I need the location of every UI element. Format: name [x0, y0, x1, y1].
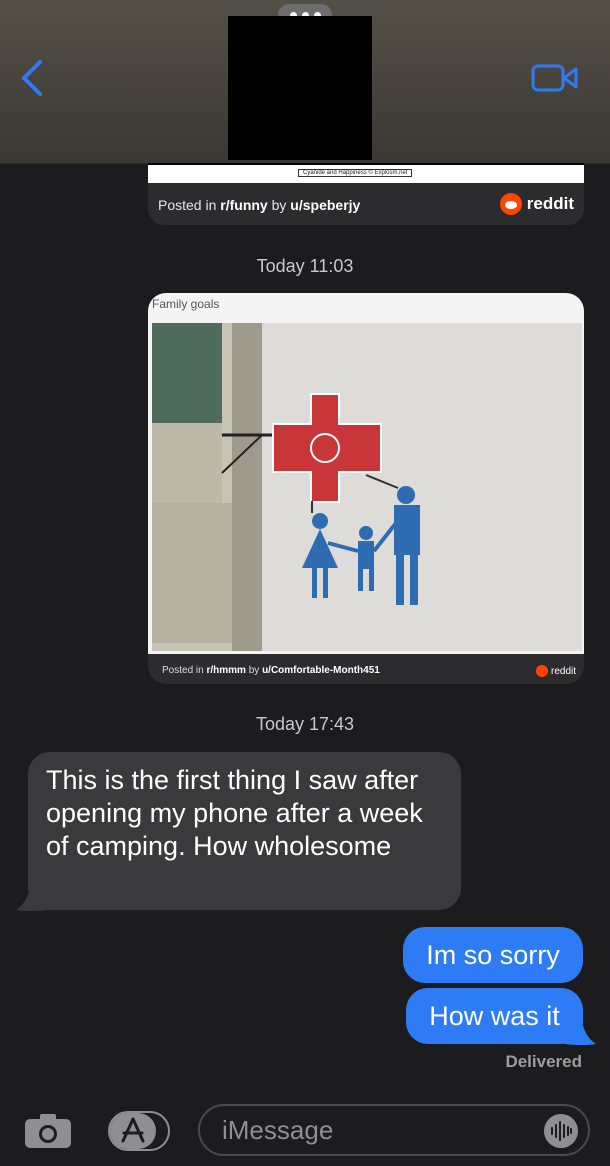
delivered-status: Delivered — [505, 1052, 582, 1071]
username: u/speberjy — [290, 197, 361, 213]
posted-in-text: Posted in r/funny by u/speberjy — [158, 197, 360, 213]
comic-credit: Cyanide and Happiness © Explosm.net — [298, 169, 413, 177]
username: u/Comfortable-Month451 — [262, 665, 380, 676]
contact-avatar-redacted[interactable] — [228, 16, 372, 160]
audio-waveform-icon[interactable] — [544, 1114, 578, 1148]
imessage-input[interactable]: iMessage — [198, 1104, 590, 1156]
posted-by: by — [267, 197, 291, 213]
outgoing-message-bubble[interactable]: Im so sorry — [403, 927, 583, 983]
posted-prefix: Posted in — [158, 197, 221, 213]
app-store-icon[interactable] — [108, 1111, 170, 1151]
subreddit: r/hmmm — [206, 665, 246, 676]
reddit-link-preview-funny[interactable]: Cyanide and Happiness © Explosm.net Post… — [148, 163, 584, 225]
reddit-source: reddit — [535, 665, 576, 677]
posted-in-text: Posted in r/hmmm by u/Comfortable-Month4… — [162, 665, 380, 676]
incoming-message-bubble[interactable]: This is the first thing I saw after open… — [28, 752, 461, 910]
camera-icon[interactable] — [24, 1113, 72, 1149]
reddit-logo-icon — [535, 665, 548, 677]
timestamp: Today 17:43 — [255, 714, 355, 734]
imessage-placeholder: iMessage — [222, 1114, 334, 1145]
conversation-header — [0, 0, 610, 164]
pharmacy-sign-photo — [152, 323, 582, 651]
chevron-left-icon[interactable] — [16, 58, 52, 98]
reddit-label: reddit — [550, 665, 576, 677]
bubble-tail — [16, 886, 48, 911]
timestamp: Today 11:03 — [256, 256, 354, 276]
post-image: Family goals — [148, 293, 584, 654]
reddit-label: reddit — [526, 194, 574, 213]
subreddit: r/funny — [220, 197, 268, 213]
reddit-source: reddit — [499, 193, 574, 215]
posted-by: by — [245, 665, 263, 676]
post-title: Family goals — [152, 297, 220, 311]
composer-bar: iMessage — [0, 1095, 610, 1166]
outgoing-message-bubble[interactable]: How was it — [406, 988, 583, 1044]
reddit-logo-icon — [499, 193, 522, 215]
posted-prefix: Posted in — [162, 665, 207, 676]
comic-image-bottom: Cyanide and Happiness © Explosm.net — [148, 163, 584, 183]
bubble-tail — [564, 1020, 596, 1045]
reddit-link-preview-hmmm[interactable]: Family goals Posted in r/hmmm by u/Comfo… — [148, 293, 584, 684]
video-camera-icon[interactable] — [530, 62, 580, 94]
